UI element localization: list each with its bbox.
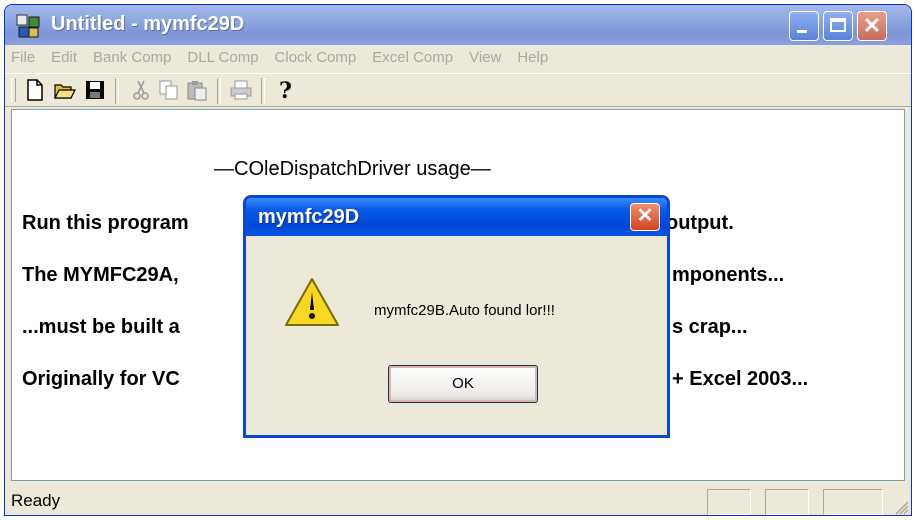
open-icon[interactable]: [53, 78, 77, 102]
minimize-icon: [797, 30, 807, 33]
menu-clock-comp[interactable]: Clock Comp: [267, 45, 365, 71]
copy-icon[interactable]: [157, 78, 181, 102]
menu-bank-comp[interactable]: Bank Comp: [85, 45, 179, 71]
warning-icon: [285, 278, 339, 326]
status-bar: Ready: [5, 483, 911, 515]
maximize-icon: [830, 18, 846, 32]
content-line-3-right: s crap...: [672, 316, 748, 338]
toolbar-separator: [115, 78, 119, 104]
window-title: Untitled - mymfc29D: [51, 13, 245, 35]
app-icon[interactable]: [15, 13, 41, 39]
content-heading: —COleDispatchDriver usage—: [214, 158, 491, 180]
svg-text:?: ?: [279, 78, 292, 102]
menu-help[interactable]: Help: [509, 45, 556, 71]
content-line-3-left: ...must be built a: [22, 316, 180, 338]
dialog-close-button[interactable]: ✕: [630, 203, 660, 231]
status-pane: [823, 489, 883, 515]
status-pane: [707, 489, 751, 515]
print-icon[interactable]: [229, 78, 253, 102]
toolbar-grip[interactable]: [11, 78, 16, 102]
menu-bar: File Edit Bank Comp DLL Comp Clock Comp Excel…: [5, 45, 911, 71]
content-line-1-right: output.: [666, 212, 734, 234]
title-bar[interactable]: Untitled - mymfc29D ✕: [5, 5, 911, 45]
save-icon[interactable]: [83, 78, 107, 102]
ok-button[interactable]: OK: [388, 365, 538, 403]
dialog-title: mymfc29D: [258, 206, 360, 228]
message-box: mymfc29D ✕ mymfc29B.Auto found lor!!! OK: [243, 195, 670, 438]
menu-view[interactable]: View: [461, 45, 509, 71]
dialog-message: mymfc29B.Auto found lor!!!: [374, 302, 555, 319]
maximize-button[interactable]: [823, 11, 853, 41]
dialog-title-bar[interactable]: mymfc29D ✕: [246, 198, 667, 236]
menu-dll-comp[interactable]: DLL Comp: [179, 45, 266, 71]
menu-excel-comp[interactable]: Excel Comp: [364, 45, 461, 71]
toolbar-separator: [261, 78, 265, 104]
close-icon: ✕: [862, 13, 882, 38]
resize-grip-icon[interactable]: [891, 497, 909, 515]
paste-icon[interactable]: [185, 78, 209, 102]
content-line-1-left: Run this program: [22, 212, 189, 234]
status-pane: [765, 489, 809, 515]
menu-file[interactable]: File: [5, 45, 43, 71]
content-line-2-left: The MYMFC29A,: [22, 264, 179, 286]
toolbar-separator: [217, 78, 221, 104]
minimize-button[interactable]: [789, 11, 819, 41]
cut-icon[interactable]: [129, 78, 153, 102]
new-icon[interactable]: [23, 78, 47, 102]
content-line-4-left: Originally for VC: [22, 368, 180, 390]
help-icon[interactable]: ?: [273, 78, 297, 102]
menu-edit[interactable]: Edit: [43, 45, 85, 71]
status-text: Ready: [11, 491, 61, 510]
close-icon: ✕: [636, 205, 654, 227]
close-button[interactable]: ✕: [857, 11, 887, 41]
toolbar: ?: [5, 73, 911, 107]
content-line-2-right: mponents...: [672, 264, 785, 286]
content-line-4-right: + Excel 2003...: [672, 368, 809, 390]
